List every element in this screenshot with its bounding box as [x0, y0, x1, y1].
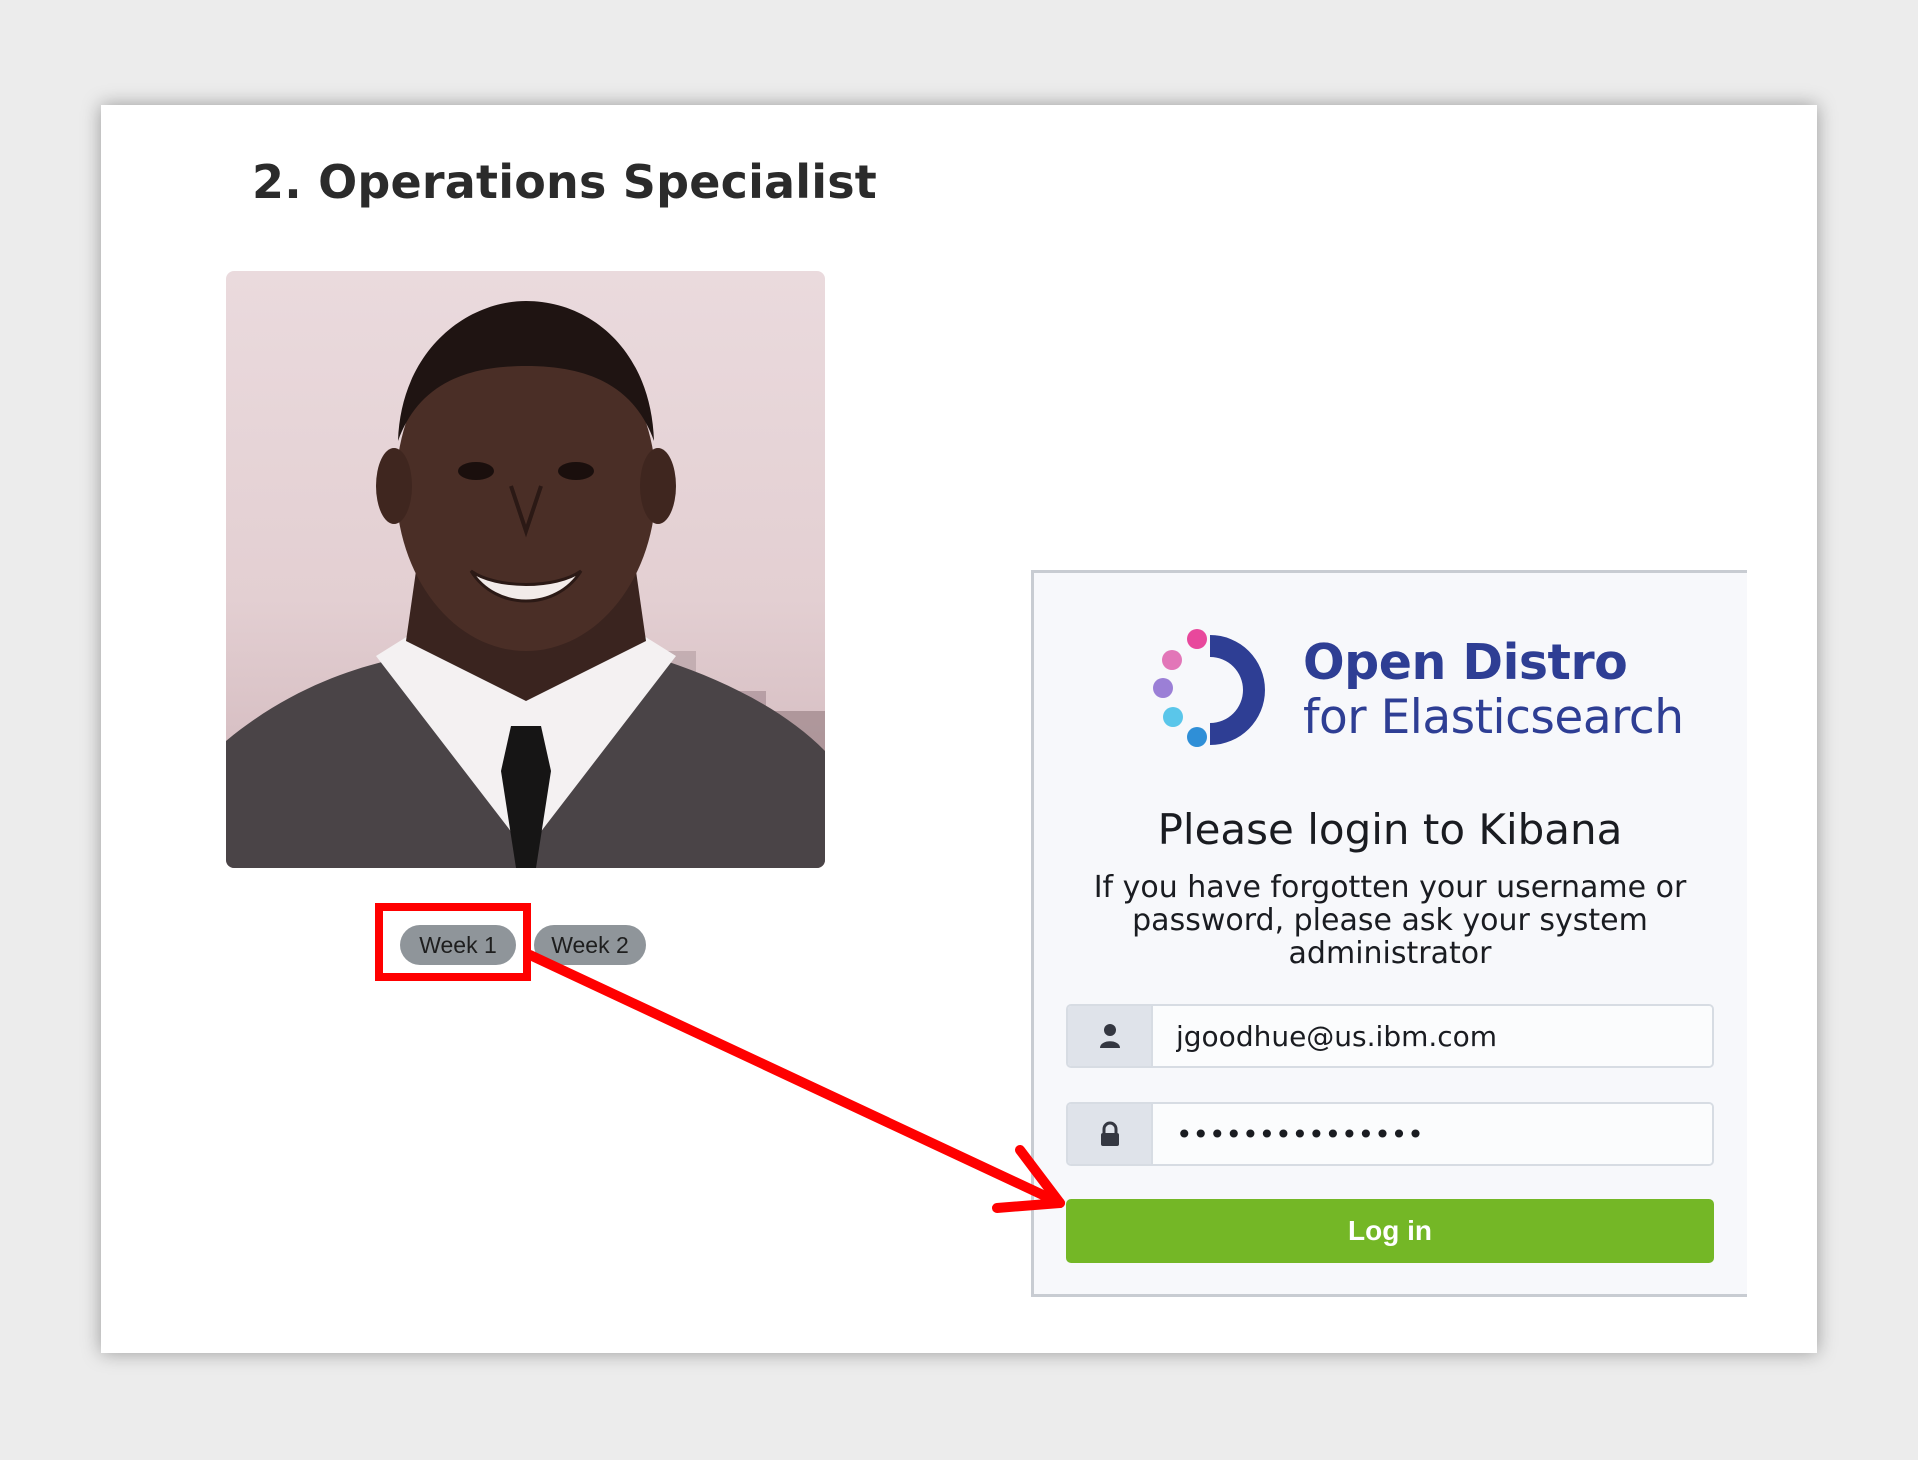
open-distro-logo-icon [1153, 629, 1265, 747]
user-icon [1099, 1024, 1120, 1048]
password-prepend [1068, 1104, 1153, 1164]
highlight-box-annotation [375, 903, 531, 981]
brand-line-1: Open Distro [1303, 634, 1628, 691]
password-field-group [1066, 1102, 1714, 1166]
username-input[interactable] [1153, 1006, 1712, 1066]
login-help-text: If you have forgotten your username or p… [1093, 870, 1687, 971]
brand-line-2: for Elasticsearch [1303, 690, 1684, 745]
portrait-illustration [226, 301, 825, 868]
username-field-group [1066, 1004, 1714, 1068]
log-in-button[interactable]: Log in [1066, 1199, 1714, 1263]
login-heading: Please login to Kibana [1157, 805, 1623, 854]
week-2-tab[interactable]: Week 2 [534, 925, 646, 965]
profile-photo [226, 271, 825, 868]
page-title: 2. Operations Specialist [252, 155, 877, 209]
password-input[interactable] [1153, 1104, 1712, 1164]
username-prepend [1068, 1006, 1153, 1066]
lock-icon [1100, 1121, 1119, 1146]
